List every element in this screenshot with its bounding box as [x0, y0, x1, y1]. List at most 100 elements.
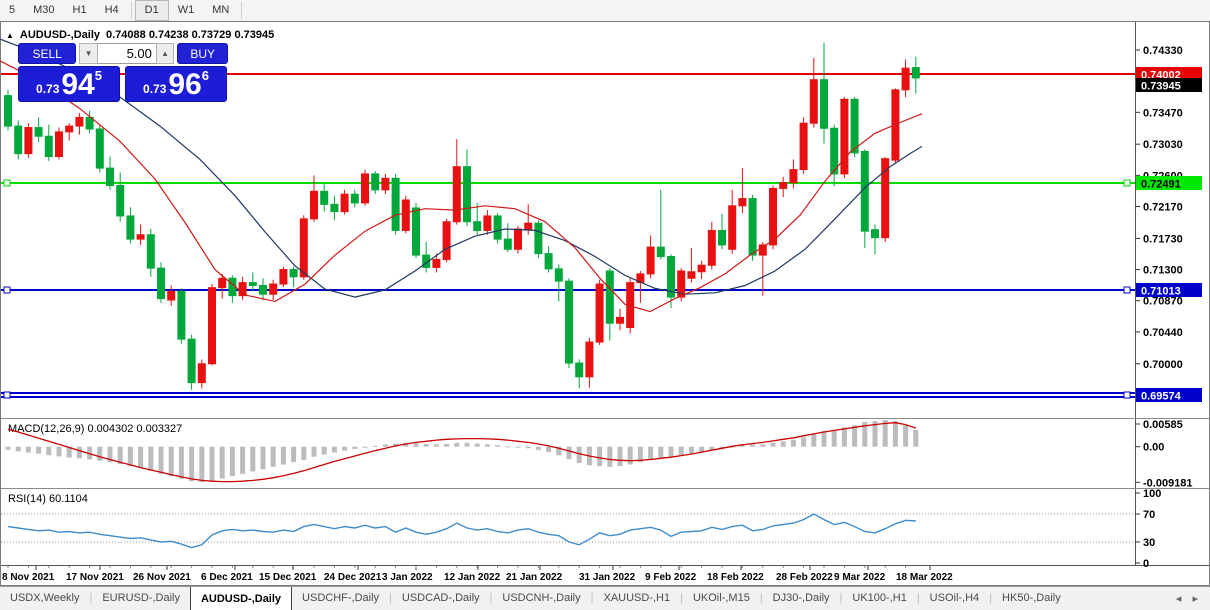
- line-handle[interactable]: [1123, 286, 1131, 294]
- line-handle[interactable]: [3, 179, 11, 187]
- macd-bar: [648, 446, 654, 460]
- macd-bar: [668, 446, 674, 457]
- line-handle[interactable]: [1123, 179, 1131, 187]
- chart-tab-usoil-h4[interactable]: USOil-,H4: [920, 587, 990, 610]
- trading-terminal-window: 5 M30 H1 H4 D1 W1 MN MACD(12,26,9) 0.004302 0.…: [0, 0, 1210, 610]
- sell-price-big: 94: [61, 68, 95, 101]
- price-tick-label: 0.72170: [1143, 202, 1183, 214]
- svg-text:0.69574: 0.69574: [1141, 391, 1182, 403]
- rsi-tick-label: 0: [1143, 558, 1149, 570]
- timeframe-button-mn[interactable]: MN: [203, 0, 238, 21]
- macd-bar: [127, 446, 133, 467]
- macd-bar: [311, 446, 317, 457]
- candle: [95, 124, 104, 173]
- chart-tab-usdcad-daily[interactable]: USDCAD-,Daily: [392, 587, 490, 610]
- buy-button[interactable]: BUY: [177, 43, 228, 64]
- macd-bar: [229, 446, 235, 477]
- date-label: 9 Mar 2022: [834, 572, 886, 583]
- candle: [55, 127, 63, 160]
- macd-bar: [495, 445, 501, 447]
- macd-bar: [627, 446, 633, 465]
- rsi-title: RSI(14) 60.1104: [8, 493, 88, 505]
- chart-tab-ukoil-m15[interactable]: UKOil-,M15: [683, 587, 760, 610]
- date-label: 12 Jan 2022: [444, 572, 501, 583]
- date-label: 6 Dec 2021: [201, 572, 253, 583]
- chart-tab-usdx-weekly[interactable]: USDX,Weekly: [0, 587, 89, 610]
- macd-bar: [515, 446, 521, 448]
- macd-bar: [790, 439, 796, 447]
- macd-bar: [464, 442, 470, 447]
- chart-tab-audusd-daily[interactable]: AUDUSD-,Daily: [189, 587, 293, 610]
- svg-text:0.72491: 0.72491: [1141, 179, 1181, 191]
- current-price-label: 0.73945: [1136, 78, 1202, 93]
- date-label: 17 Nov 2021: [66, 572, 124, 583]
- chart-tab-uk100-h1[interactable]: UK100-,H1: [842, 587, 916, 610]
- sell-price-box[interactable]: 0.73 94 5: [18, 66, 120, 102]
- sell-price-pip: 5: [94, 68, 102, 83]
- volume-input[interactable]: [97, 43, 156, 64]
- collapse-panel-icon[interactable]: ▲: [6, 31, 14, 40]
- timeframe-button-m30[interactable]: M30: [24, 0, 63, 21]
- axis-label-0.69574: 0.69574: [1136, 388, 1202, 403]
- macd-bar: [770, 442, 776, 447]
- volume-increase-button[interactable]: ▲: [155, 43, 175, 64]
- timeframe-button-d1[interactable]: D1: [134, 0, 169, 21]
- price-tick-label: 0.73470: [1143, 107, 1183, 119]
- macd-bar: [658, 446, 664, 458]
- candle: [361, 169, 369, 206]
- date-label: 26 Nov 2021: [133, 572, 191, 583]
- chart-tab-usdcnh-daily[interactable]: USDCNH-,Daily: [492, 587, 590, 610]
- date-label: 8 Nov 2021: [2, 572, 55, 583]
- candle: [279, 266, 288, 287]
- price-tick-label: 0.74330: [1143, 45, 1183, 57]
- axis-label-0.72491: 0.72491: [1136, 176, 1202, 191]
- date-label: 3 Jan 2022: [382, 572, 433, 583]
- macd-bar: [821, 431, 827, 447]
- price-chart: MACD(12,26,9) 0.004302 0.003327 0.00585 0.…: [0, 21, 1210, 586]
- chart-symbol-label: AUDUSD-,Daily: [19, 29, 100, 41]
- timeframe-button-w1[interactable]: W1: [169, 0, 204, 21]
- chart-tab-xauusd-h1[interactable]: XAUUSD-,H1: [593, 587, 680, 610]
- timeframe-button-h4[interactable]: H4: [96, 0, 128, 21]
- macd-bar: [209, 446, 215, 481]
- chart-tab-hk50-daily[interactable]: HK50-,Daily: [992, 587, 1071, 610]
- timeframe-button-h1[interactable]: H1: [64, 0, 96, 21]
- timeframe-button-5[interactable]: 5: [0, 0, 24, 21]
- macd-bar: [811, 434, 817, 447]
- sell-button[interactable]: SELL: [18, 43, 77, 64]
- price-tick-label: 0.71730: [1143, 233, 1183, 245]
- macd-bar: [433, 444, 439, 447]
- macd-bar: [760, 444, 766, 447]
- tab-scroll-arrows[interactable]: ◂ ▸: [1176, 587, 1210, 610]
- rsi-tick-label: 30: [1143, 537, 1155, 549]
- macd-bar: [852, 425, 858, 447]
- macd-bar: [138, 446, 144, 469]
- macd-bar: [801, 437, 807, 447]
- price-tick-label: 0.71300: [1143, 265, 1183, 277]
- chart-tab-dj30-daily[interactable]: DJ30-,Daily: [763, 587, 840, 610]
- line-handle[interactable]: [1123, 391, 1131, 399]
- buy-price-box[interactable]: 0.73 96 6: [125, 66, 227, 102]
- macd-tick-label: 0.00: [1143, 442, 1164, 454]
- macd-bar: [342, 446, 348, 451]
- candle: [748, 194, 757, 261]
- macd-bar: [280, 446, 286, 465]
- macd-bar: [831, 429, 837, 447]
- macd-bar: [913, 430, 919, 447]
- svg-text:0.71013: 0.71013: [1141, 286, 1181, 298]
- svg-text:0.73945: 0.73945: [1141, 81, 1181, 93]
- macd-bar: [56, 446, 62, 457]
- chart-tab-eurusd-daily[interactable]: EURUSD-,Daily: [92, 587, 190, 610]
- macd-bar: [678, 446, 684, 456]
- volume-decrease-button[interactable]: ▼: [79, 43, 98, 64]
- macd-bar: [25, 446, 31, 453]
- macd-bar: [535, 446, 541, 450]
- macd-bar: [199, 446, 205, 483]
- macd-bar: [15, 446, 21, 452]
- candle: [187, 334, 196, 390]
- macd-bar: [189, 446, 195, 482]
- macd-bar: [617, 446, 623, 467]
- chart-tab-usdchf-daily[interactable]: USDCHF-,Daily: [292, 587, 389, 610]
- line-handle[interactable]: [3, 286, 11, 294]
- line-handle[interactable]: [3, 391, 11, 399]
